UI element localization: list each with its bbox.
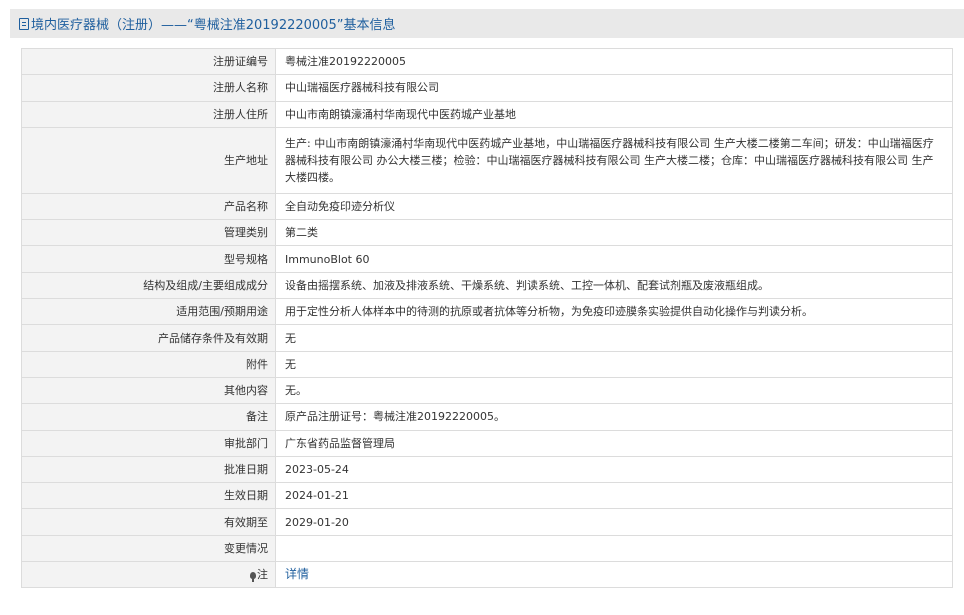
row-value: 无 [275, 324, 953, 352]
info-table: 注册证编号 粤械注准20192220005 注册人名称 中山瑞福医疗器械科技有限… [21, 47, 953, 589]
row-label: 型号规格 [21, 245, 276, 273]
table-row: 批准日期 2023-05-24 [21, 455, 953, 484]
row-label: 批准日期 [21, 455, 276, 484]
row-value: 生产: 中山市南朗镇濠涌村华南现代中医药城产业基地，中山瑞福医疗器械科技有限公司… [275, 126, 953, 194]
table-row: 审批部门 广东省药品监督管理局 [21, 429, 953, 457]
row-label: 适用范围/预期用途 [21, 298, 276, 326]
row-value: 全自动免疫印迹分析仪 [275, 192, 953, 221]
row-value [275, 534, 953, 563]
table-row: 备注 原产品注册证号：粤械注准20192220005。 [21, 403, 953, 431]
row-label: 结构及组成/主要组成成分 [21, 271, 276, 300]
document-icon [19, 17, 29, 30]
detail-link[interactable]: 详情 [285, 567, 309, 581]
table-row: 产品名称 全自动免疫印迹分析仪 [21, 192, 953, 221]
page-header: 境内医疗器械（注册）——“粤械注准20192220005”基本信息 [10, 9, 964, 38]
table-row: 型号规格 ImmunoBlot 60 [21, 245, 953, 273]
table-row: 适用范围/预期用途 用于定性分析人体样本中的待测的抗原或者抗体等分析物，为免疫印… [21, 298, 953, 326]
table-row: 附件 无 [21, 350, 953, 378]
row-label: 注册人住所 [21, 100, 276, 128]
row-value: 用于定性分析人体样本中的待测的抗原或者抗体等分析物，为免疫印迹膜条实验提供自动化… [275, 298, 953, 326]
row-label: 产品储存条件及有效期 [21, 324, 276, 352]
note-label-cell: 注 [21, 561, 276, 589]
row-label: 审批部门 [21, 429, 276, 457]
row-value: 原产品注册证号：粤械注准20192220005。 [275, 403, 953, 431]
row-value: 设备由摇摆系统、加液及排液系统、干燥系统、判读系统、工控一体机、配套试剂瓶及废液… [275, 271, 953, 300]
table-row: 管理类别 第二类 [21, 219, 953, 247]
row-value: 中山瑞福医疗器械科技有限公司 [275, 74, 953, 102]
table-row: 有效期至 2029-01-20 [21, 508, 953, 536]
row-label: 管理类别 [21, 219, 276, 247]
table-row: 结构及组成/主要组成成分 设备由摇摆系统、加液及排液系统、干燥系统、判读系统、工… [21, 271, 953, 300]
table-row: 其他内容 无。 [21, 376, 953, 405]
row-label: 其他内容 [21, 376, 276, 405]
row-value: 无。 [275, 376, 953, 405]
row-label: 注册人名称 [21, 74, 276, 102]
table-row: 注册人名称 中山瑞福医疗器械科技有限公司 [21, 74, 953, 102]
row-label: 有效期至 [21, 508, 276, 536]
row-value: 中山市南朗镇濠涌村华南现代中医药城产业基地 [275, 100, 953, 128]
lightbulb-icon [250, 572, 256, 583]
row-label: 备注 [21, 403, 276, 431]
page-title: 境内医疗器械（注册）——“粤械注准20192220005”基本信息 [31, 18, 396, 33]
note-value-cell: 详情 [275, 561, 953, 589]
table-row: 生效日期 2024-01-21 [21, 482, 953, 510]
table-row: 生产地址 生产: 中山市南朗镇濠涌村华南现代中医药城产业基地，中山瑞福医疗器械科… [21, 126, 953, 194]
table-row: 变更情况 [21, 534, 953, 563]
row-value: 2024-01-21 [275, 482, 953, 510]
table-row: 产品储存条件及有效期 无 [21, 324, 953, 352]
table-row: 注册人住所 中山市南朗镇濠涌村华南现代中医药城产业基地 [21, 100, 953, 128]
row-label: 变更情况 [21, 534, 276, 563]
row-value: 2023-05-24 [275, 455, 953, 484]
row-value: 无 [275, 350, 953, 378]
row-label: 注册证编号 [21, 47, 276, 76]
row-value: 粤械注准20192220005 [275, 47, 953, 76]
note-label: 注 [257, 568, 268, 582]
row-label: 生效日期 [21, 482, 276, 510]
row-label: 产品名称 [21, 192, 276, 221]
row-label: 生产地址 [21, 126, 276, 194]
table-row-note: 注 详情 [21, 561, 953, 589]
row-value: ImmunoBlot 60 [275, 245, 953, 273]
row-value: 广东省药品监督管理局 [275, 429, 953, 457]
row-label: 附件 [21, 350, 276, 378]
row-value: 2029-01-20 [275, 508, 953, 536]
table-row: 注册证编号 粤械注准20192220005 [21, 47, 953, 76]
row-value: 第二类 [275, 219, 953, 247]
